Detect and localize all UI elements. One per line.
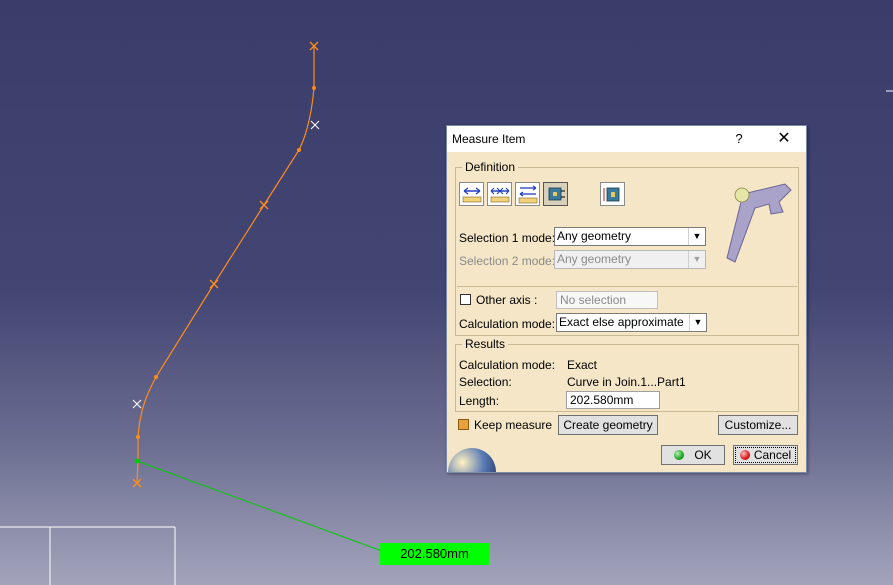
keep-measure-checkbox[interactable] [458, 419, 469, 430]
calculation-mode-dropdown[interactable]: Exact else approximate ▼ [556, 313, 707, 332]
measure-between-chained-button[interactable] [487, 182, 512, 206]
measure-between-icon [462, 187, 482, 203]
help-button[interactable]: ? [729, 130, 749, 148]
definition-separator [457, 286, 797, 287]
selection1-mode-value: Any geometry [557, 229, 632, 243]
dialog-title: Measure Item [452, 132, 526, 146]
measure-thickness-button[interactable] [600, 182, 625, 206]
curve-point [312, 86, 316, 90]
chevron-down-icon: ▼ [689, 314, 706, 331]
cancel-status-icon [739, 450, 750, 460]
chevron-down-icon: ▼ [688, 228, 705, 245]
dimension-line [136, 460, 383, 552]
measured-curve [136, 46, 315, 484]
measure-between-fan-button[interactable] [515, 182, 540, 206]
measure-between-fan-icon [518, 185, 538, 204]
cancel-button-label: Cancel [753, 448, 792, 462]
measure-between-chained-icon [490, 187, 510, 203]
calculation-mode-value: Exact else approximate [559, 315, 684, 329]
measure-item-dialog: Measure Item ? ✕ Definition Selection 1 … [446, 125, 807, 473]
results-length-label: Length: [459, 394, 500, 408]
selection2-mode-dropdown[interactable]: Any geometry ▼ [554, 250, 706, 269]
create-geometry-button[interactable]: Create geometry [558, 415, 658, 435]
selection2-mode-label: Selection 2 mode: [459, 254, 556, 268]
results-selection-value: Curve in Join.1...Part1 [567, 375, 686, 389]
measure-item-icon [548, 187, 565, 201]
ok-button-label: OK [694, 448, 712, 462]
dimension-anchor-point [134, 458, 140, 464]
chevron-down-icon: ▼ [688, 251, 705, 268]
close-button[interactable]: ✕ [772, 129, 796, 149]
keep-measure-label: Keep measure [474, 418, 553, 432]
selection1-mode-dropdown[interactable]: Any geometry ▼ [554, 227, 706, 246]
results-calc-mode-label: Calculation mode: [459, 358, 556, 372]
dialog-titlebar[interactable]: Measure Item ? ✕ [447, 126, 806, 152]
viewport-frame [0, 526, 176, 585]
dimension-label[interactable]: 202.580mm [380, 543, 489, 565]
curve-point [136, 435, 140, 439]
curve-point [154, 375, 158, 379]
definition-group-title: Definition [462, 160, 519, 174]
other-axis-checkbox[interactable] [460, 294, 471, 305]
caliper-icon [726, 183, 792, 263]
globe-icon [448, 448, 496, 472]
vertex-marker [132, 41, 319, 488]
ok-status-icon [674, 450, 685, 460]
selection1-mode-label: Selection 1 mode: [459, 231, 556, 245]
other-axis-field[interactable]: No selection [556, 291, 658, 309]
ok-button[interactable]: OK [661, 445, 725, 465]
customize-button[interactable]: Customize... [718, 415, 798, 435]
other-axis-label: Other axis : [476, 293, 538, 307]
measure-thickness-icon [603, 187, 620, 202]
calculation-mode-label: Calculation mode: [459, 317, 556, 331]
cancel-button[interactable]: Cancel [733, 445, 798, 465]
results-calc-mode-value: Exact [567, 358, 598, 372]
results-group-title: Results [462, 337, 509, 351]
selection2-mode-value: Any geometry [557, 252, 632, 266]
measure-between-button[interactable] [459, 182, 484, 206]
curve-point [297, 148, 301, 152]
results-length-field[interactable]: 202.580mm [566, 391, 660, 409]
measure-item-button[interactable] [543, 182, 568, 206]
results-selection-label: Selection: [459, 375, 512, 389]
